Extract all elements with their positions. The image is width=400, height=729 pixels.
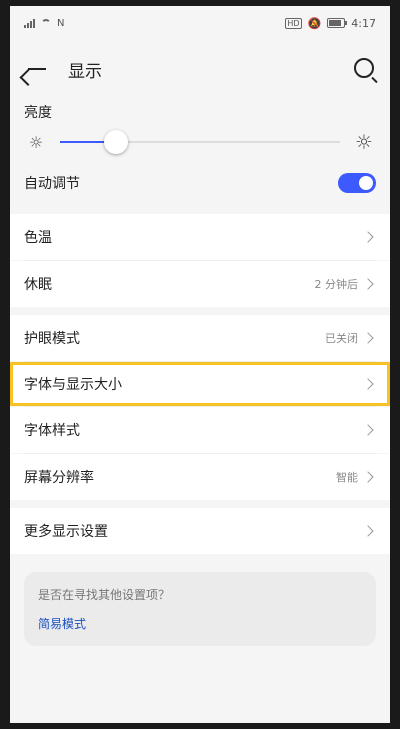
row-label: 休眠 xyxy=(24,277,52,293)
settings-row-resolution[interactable]: 屏幕分辨率 智能 xyxy=(10,454,390,500)
auto-adjust-label: 自动调节 xyxy=(24,176,80,192)
brightness-label: 亮度 xyxy=(24,105,52,121)
simple-mode-link[interactable]: 简易模式 xyxy=(38,615,362,632)
chevron-right-icon xyxy=(362,332,374,344)
back-arrow-icon[interactable] xyxy=(24,56,50,82)
settings-row-eye-comfort[interactable]: 护眼模式 已关闭 xyxy=(10,315,390,361)
settings-row-more-display[interactable]: 更多显示设置 xyxy=(10,508,390,554)
chevron-right-icon xyxy=(362,424,374,436)
brightness-card: 亮度 ☼ ☼ 自动调节 xyxy=(10,98,390,206)
wifi-icon xyxy=(41,19,51,27)
row-label: 更多显示设置 xyxy=(24,524,108,540)
auto-adjust-toggle[interactable] xyxy=(338,173,376,193)
brightness-slider-row: ☼ ☼ xyxy=(10,124,390,160)
row-label: 字体样式 xyxy=(24,423,80,439)
settings-row-sleep[interactable]: 休眠 2 分钟后 xyxy=(10,261,390,307)
brightness-slider[interactable] xyxy=(60,130,340,154)
screen: N HD 🔕 4:17 显示 亮度 ☼ ☼ 自动调节 色温 休眠 2 分钟后 护… xyxy=(10,6,390,723)
chevron-right-icon xyxy=(362,278,374,290)
low-brightness-icon: ☼ xyxy=(28,132,44,152)
chevron-right-icon xyxy=(362,471,374,483)
chevron-right-icon xyxy=(362,378,374,390)
hd-icon: HD xyxy=(285,17,302,29)
header: 显示 xyxy=(10,40,390,98)
row-value: 智能 xyxy=(336,471,358,484)
brightness-knob[interactable] xyxy=(104,130,128,154)
nfc-icon: N xyxy=(57,17,65,29)
row-label: 护眼模式 xyxy=(24,331,80,347)
row-label: 屏幕分辨率 xyxy=(24,470,94,486)
chevron-right-icon xyxy=(362,525,374,537)
chevron-right-icon xyxy=(362,231,374,243)
mute-icon: 🔕 xyxy=(307,16,322,30)
signal-icon xyxy=(24,18,35,28)
suggestion-question: 是否在寻找其他设置项？ xyxy=(38,588,171,602)
status-bar: N HD 🔕 4:17 xyxy=(10,6,390,40)
row-label: 色温 xyxy=(24,230,52,246)
settings-row-color-temp[interactable]: 色温 xyxy=(10,214,390,260)
auto-adjust-row[interactable]: 自动调节 xyxy=(10,160,390,206)
page-title: 显示 xyxy=(68,61,102,82)
high-brightness-icon: ☼ xyxy=(355,130,373,154)
row-value: 已关闭 xyxy=(325,332,358,345)
row-label: 字体与显示大小 xyxy=(24,377,122,393)
search-icon[interactable] xyxy=(354,58,374,78)
battery-icon xyxy=(327,18,348,28)
settings-row-font-style[interactable]: 字体样式 xyxy=(10,407,390,453)
clock: 4:17 xyxy=(351,16,376,30)
row-value: 2 分钟后 xyxy=(314,278,359,291)
suggestion-card: 是否在寻找其他设置项？ 简易模式 xyxy=(24,572,376,646)
settings-row-font-display-size[interactable]: 字体与显示大小 xyxy=(10,362,390,406)
